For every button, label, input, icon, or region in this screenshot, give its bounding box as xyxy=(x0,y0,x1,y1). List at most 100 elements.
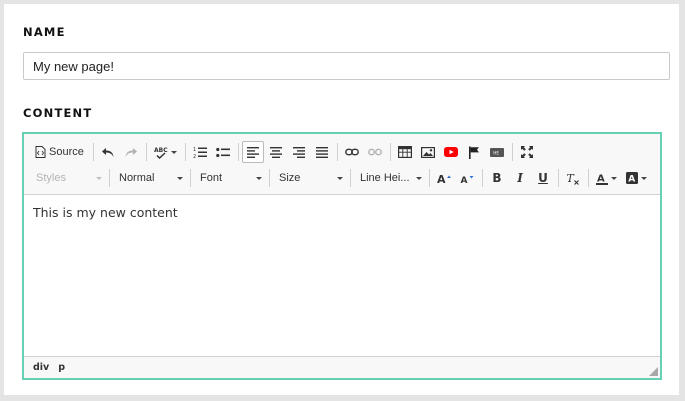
element-path-div[interactable]: div xyxy=(33,362,49,373)
toolbar-separator xyxy=(511,143,513,161)
toolbar-separator xyxy=(145,143,147,161)
toolbar-separator xyxy=(190,169,191,187)
chevron-down-icon xyxy=(416,176,422,180)
editor-content-area[interactable]: This is my new content xyxy=(24,195,660,355)
unlink-button[interactable] xyxy=(364,141,386,163)
underline-button[interactable]: U xyxy=(532,167,554,189)
background-color-button[interactable]: A xyxy=(622,167,651,189)
chevron-down-icon xyxy=(177,176,183,180)
decrease-font-icon: A xyxy=(461,176,474,184)
justify-icon xyxy=(315,146,328,158)
font-dropdown-value: Font xyxy=(200,172,223,184)
undo-icon xyxy=(101,148,114,157)
svg-text:A: A xyxy=(437,173,446,184)
increase-font-size-button[interactable]: A xyxy=(433,167,455,189)
name-label: NAME xyxy=(23,25,66,39)
toolbar-row-2: Styles Normal Font Size Line Hei... A A … xyxy=(30,166,652,190)
undo-button[interactable] xyxy=(97,141,119,163)
spellcheck-icon: ABC xyxy=(154,147,168,159)
line-height-dropdown[interactable]: Line Hei... xyxy=(354,167,426,189)
anchor-button[interactable] xyxy=(463,141,485,163)
decrease-font-size-button[interactable]: A xyxy=(456,167,478,189)
svg-text:HE: HE xyxy=(493,150,499,155)
svg-text:2: 2 xyxy=(193,154,196,159)
text-color-icon: A xyxy=(596,173,608,185)
italic-button[interactable]: I xyxy=(509,167,531,189)
toolbar-row-1: Source ABC 1 2 HE xyxy=(30,140,539,164)
bold-button[interactable]: B xyxy=(486,167,508,189)
flag-icon xyxy=(468,146,479,159)
element-path-p[interactable]: p xyxy=(58,362,65,373)
table-button[interactable] xyxy=(394,141,416,163)
text-color-button[interactable]: A xyxy=(592,167,621,189)
align-left-button[interactable] xyxy=(241,141,264,163)
source-label: Source xyxy=(49,146,84,158)
svg-text:A: A xyxy=(597,173,605,184)
align-left-icon xyxy=(246,146,259,158)
editor-status-bar: div p xyxy=(24,356,660,378)
align-right-button[interactable] xyxy=(288,141,310,163)
source-button[interactable]: Source xyxy=(30,141,89,163)
content-label: CONTENT xyxy=(23,106,93,120)
table-icon xyxy=(397,146,412,158)
size-dropdown[interactable]: Size xyxy=(273,167,347,189)
chevron-down-icon xyxy=(170,150,177,154)
line-height-dropdown-value: Line Hei... xyxy=(360,172,410,184)
spellcheck-button[interactable]: ABC xyxy=(150,141,181,163)
align-right-icon xyxy=(292,146,305,158)
toolbar-separator xyxy=(429,169,430,187)
font-dropdown[interactable]: Font xyxy=(194,167,266,189)
editor-toolbar: Source ABC 1 2 HE Styles Normal Font Siz… xyxy=(24,134,660,195)
svg-text:A: A xyxy=(628,175,635,184)
bulleted-list-button[interactable] xyxy=(212,141,234,163)
svg-text:T: T xyxy=(567,172,576,185)
background-color-icon: A xyxy=(626,172,638,184)
numbered-list-button[interactable]: 1 2 xyxy=(189,141,211,163)
chevron-down-icon xyxy=(641,176,647,180)
maximize-button[interactable] xyxy=(516,141,538,163)
toolbar-separator xyxy=(588,169,589,187)
align-center-icon xyxy=(269,146,282,158)
bold-icon: B xyxy=(492,171,502,185)
align-center-button[interactable] xyxy=(265,141,287,163)
justify-button[interactable] xyxy=(311,141,333,163)
format-dropdown-value: Normal xyxy=(119,172,155,184)
underline-icon: U xyxy=(538,171,548,185)
toolbar-separator xyxy=(336,143,338,161)
image-icon xyxy=(420,146,435,158)
chevron-down-icon xyxy=(96,176,102,180)
name-input[interactable] xyxy=(23,52,670,80)
youtube-icon xyxy=(443,147,458,157)
maximize-icon xyxy=(520,146,533,158)
toolbar-separator xyxy=(269,169,270,187)
increase-font-icon: A xyxy=(437,173,451,184)
redo-button[interactable] xyxy=(120,141,142,163)
source-icon xyxy=(35,146,46,158)
styles-dropdown[interactable]: Styles xyxy=(30,167,106,189)
unlink-icon xyxy=(367,148,382,156)
remove-format-button[interactable]: T xyxy=(562,167,584,189)
chevron-down-icon xyxy=(256,176,262,180)
resize-handle-icon[interactable] xyxy=(649,367,658,376)
svg-text:1: 1 xyxy=(193,147,196,153)
iframe-icon: HE xyxy=(489,147,504,157)
italic-icon: I xyxy=(517,171,523,185)
redo-icon xyxy=(125,148,137,157)
svg-text:A: A xyxy=(461,176,468,184)
iframe-button[interactable]: HE xyxy=(486,141,508,163)
toolbar-separator xyxy=(558,169,559,187)
svg-text:ABC: ABC xyxy=(154,147,168,154)
chevron-down-icon xyxy=(611,176,617,180)
youtube-button[interactable] xyxy=(440,141,462,163)
image-button[interactable] xyxy=(417,141,439,163)
toolbar-separator xyxy=(350,169,351,187)
styles-dropdown-value: Styles xyxy=(36,172,66,184)
toolbar-separator xyxy=(92,143,94,161)
toolbar-separator xyxy=(109,169,110,187)
link-button[interactable] xyxy=(341,141,363,163)
numbered-list-icon: 1 2 xyxy=(193,147,207,159)
format-dropdown[interactable]: Normal xyxy=(113,167,187,189)
remove-format-icon: T xyxy=(567,172,579,185)
toolbar-separator xyxy=(184,143,186,161)
toolbar-separator xyxy=(389,143,391,161)
